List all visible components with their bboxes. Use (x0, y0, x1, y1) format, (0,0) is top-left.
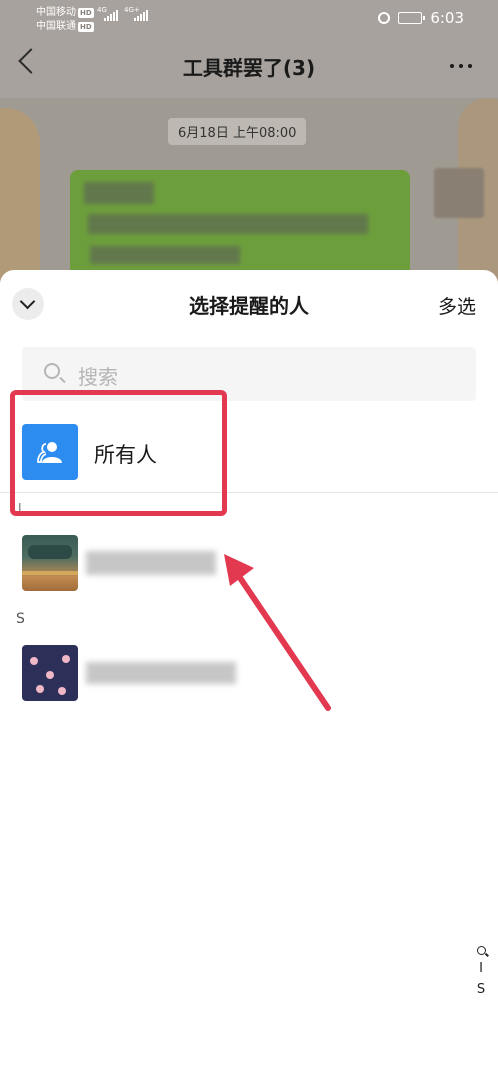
multi-select-button[interactable]: 多选 (438, 292, 476, 319)
clock: 6:03 (430, 9, 464, 27)
search-icon[interactable] (476, 946, 486, 955)
member-name (86, 551, 216, 575)
signal-icon-2 (134, 10, 148, 21)
battery-icon (398, 12, 426, 24)
index-letter-s[interactable]: S (474, 982, 488, 997)
chat-background: 中国移动 HD 中国联通 HD 4G 4G+ 6:03 工具群罢了(3) 6月18日… (0, 0, 498, 300)
alphabet-index[interactable]: I S (474, 946, 488, 1003)
sender-avatar[interactable] (434, 168, 484, 218)
more-icon[interactable] (450, 64, 472, 68)
chat-header: 工具群罢了(3) (0, 34, 498, 98)
sheet-title: 选择提醒的人 (189, 294, 309, 318)
highlight-box (10, 390, 227, 516)
index-letter-i[interactable]: I (474, 961, 488, 976)
avatar (22, 645, 78, 701)
annotation-arrow (224, 554, 331, 711)
section-header-s: S (16, 611, 25, 627)
chat-title: 工具群罢了(3) (182, 56, 316, 80)
search-icon (44, 363, 60, 379)
avatar (22, 535, 78, 591)
status-bar: 中国移动 HD 中国联通 HD 4G 4G+ 6:03 (0, 0, 498, 34)
message-timestamp: 6月18日 上午08:00 (168, 118, 307, 145)
search-placeholder: 搜索 (78, 365, 118, 389)
alarm-icon (378, 12, 391, 24)
signal-icon (104, 10, 118, 21)
carrier-2: 中国联通 (36, 21, 76, 32)
hd-badge-2: HD (78, 22, 94, 32)
message-bubble[interactable] (70, 170, 410, 280)
